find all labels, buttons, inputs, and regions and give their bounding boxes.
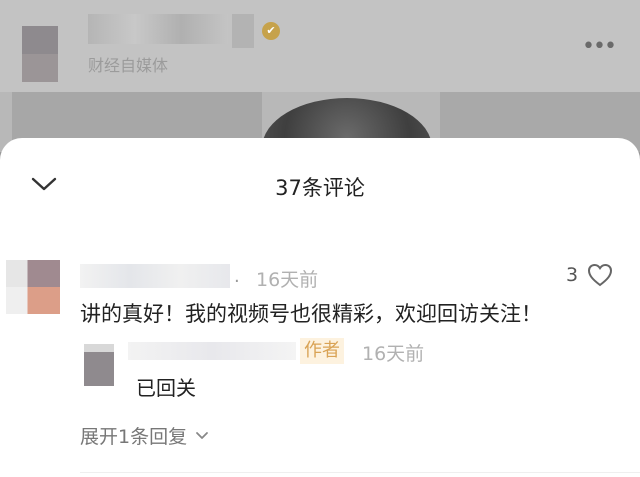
more-dots-icon[interactable]: ••• bbox=[582, 34, 617, 59]
divider bbox=[80, 472, 640, 473]
chevron-down-small-icon bbox=[196, 431, 208, 439]
like-count: 3 bbox=[566, 264, 579, 286]
name-separator: . bbox=[234, 266, 240, 287]
reply-text: 已回关 bbox=[136, 376, 196, 400]
comment-sheet: 37条评论 . 16天前 3 讲的真好！我的视频号也很精彩，欢迎回访关注！ 作者… bbox=[0, 138, 640, 477]
heart-icon[interactable] bbox=[586, 262, 614, 288]
comment-count-title: 37条评论 bbox=[275, 176, 365, 200]
account-name-blurred[interactable] bbox=[88, 14, 228, 44]
expand-replies-label: 展开1条回复 bbox=[80, 426, 188, 448]
author-badge: 作者 bbox=[300, 338, 344, 364]
verified-badge-icon: ✔ bbox=[262, 22, 280, 40]
comment-text: 讲的真好！我的视频号也很精彩，欢迎回访关注！ bbox=[80, 302, 542, 326]
account-avatar[interactable] bbox=[22, 26, 58, 82]
avatar[interactable] bbox=[6, 260, 60, 314]
account-name-blurred-tail bbox=[232, 14, 254, 48]
account-subtitle: 财经自媒体 bbox=[88, 56, 169, 75]
reply-author-name-blurred[interactable] bbox=[128, 342, 296, 360]
comment-time: 16天前 bbox=[256, 269, 319, 291]
avatar[interactable] bbox=[84, 344, 114, 386]
expand-replies-button[interactable]: 展开1条回复 bbox=[80, 422, 209, 449]
commenter-name-blurred[interactable] bbox=[80, 264, 230, 288]
reply-time: 16天前 bbox=[362, 343, 425, 365]
